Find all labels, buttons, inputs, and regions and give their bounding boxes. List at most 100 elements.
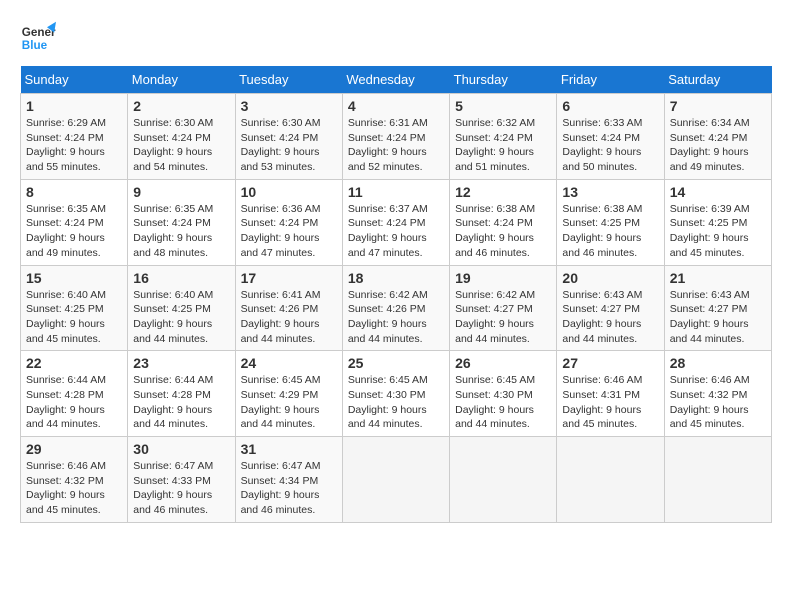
logo-icon: General Blue <box>20 20 56 56</box>
day-header-tuesday: Tuesday <box>235 66 342 94</box>
calendar-cell: 4Sunrise: 6:31 AMSunset: 4:24 PMDaylight… <box>342 94 449 180</box>
day-number: 16 <box>133 270 229 286</box>
day-info: Sunrise: 6:35 AMSunset: 4:24 PMDaylight:… <box>133 202 229 261</box>
week-row-3: 15Sunrise: 6:40 AMSunset: 4:25 PMDayligh… <box>21 265 772 351</box>
day-number: 25 <box>348 355 444 371</box>
calendar-cell: 16Sunrise: 6:40 AMSunset: 4:25 PMDayligh… <box>128 265 235 351</box>
calendar-cell <box>342 437 449 523</box>
day-info: Sunrise: 6:44 AMSunset: 4:28 PMDaylight:… <box>133 373 229 432</box>
calendar-cell: 25 Sunrise: 6:45 AMSunset: 4:30 PMDayligh… <box>342 351 449 437</box>
day-number: 8 <box>26 184 122 200</box>
day-number: 28 <box>670 355 766 371</box>
calendar-cell: 6 Sunrise: 6:33 AMSunset: 4:24 PMDaylight… <box>557 94 664 180</box>
day-number: 24 <box>241 355 337 371</box>
day-info: Sunrise: 6:34 AMSunset: 4:24 PMDaylight:… <box>670 116 766 175</box>
day-info: Sunrise: 6:43 AMSunset: 4:27 PMDaylight:… <box>562 288 658 347</box>
day-info: Sunrise: 6:46 AMSunset: 4:32 PMDaylight:… <box>670 373 766 432</box>
day-number: 31 <box>241 441 337 457</box>
calendar-cell: 8 Sunrise: 6:35 AMSunset: 4:24 PMDaylight… <box>21 179 128 265</box>
calendar-cell: 17 Sunrise: 6:41 AMSunset: 4:26 PMDayligh… <box>235 265 342 351</box>
calendar-cell: 20Sunrise: 6:43 AMSunset: 4:27 PMDayligh… <box>557 265 664 351</box>
calendar-cell: 5 Sunrise: 6:32 AMSunset: 4:24 PMDaylight… <box>450 94 557 180</box>
calendar-cell <box>557 437 664 523</box>
day-number: 14 <box>670 184 766 200</box>
calendar-cell: 28 Sunrise: 6:46 AMSunset: 4:32 PMDayligh… <box>664 351 771 437</box>
day-number: 21 <box>670 270 766 286</box>
calendar-cell: 23 Sunrise: 6:44 AMSunset: 4:28 PMDayligh… <box>128 351 235 437</box>
calendar-cell: 7 Sunrise: 6:34 AMSunset: 4:24 PMDaylight… <box>664 94 771 180</box>
day-info: Sunrise: 6:42 AMSunset: 4:27 PMDaylight:… <box>455 288 551 347</box>
week-row-4: 22 Sunrise: 6:44 AMSunset: 4:28 PMDayligh… <box>21 351 772 437</box>
day-info: Sunrise: 6:43 AMSunset: 4:27 PMDaylight:… <box>670 288 766 347</box>
week-row-1: 1 Sunrise: 6:29 AMSunset: 4:24 PMDaylight… <box>21 94 772 180</box>
day-info: Sunrise: 6:30 AMSunset: 4:24 PMDaylight:… <box>133 116 229 175</box>
day-number: 1 <box>26 98 122 114</box>
day-info: Sunrise: 6:37 AMSunset: 4:24 PMDaylight:… <box>348 202 444 261</box>
logo: General Blue <box>20 20 56 56</box>
day-header-thursday: Thursday <box>450 66 557 94</box>
day-info: Sunrise: 6:42 AMSunset: 4:26 PMDaylight:… <box>348 288 444 347</box>
day-info: Sunrise: 6:36 AMSunset: 4:24 PMDaylight:… <box>241 202 337 261</box>
calendar-cell: 26 Sunrise: 6:45 AMSunset: 4:30 PMDayligh… <box>450 351 557 437</box>
calendar-table: SundayMondayTuesdayWednesdayThursdayFrid… <box>20 66 772 523</box>
day-info: Sunrise: 6:47 AMSunset: 4:33 PMDaylight:… <box>133 459 229 518</box>
calendar-cell: 13 Sunrise: 6:38 AMSunset: 4:25 PMDayligh… <box>557 179 664 265</box>
calendar-cell: 12Sunrise: 6:38 AMSunset: 4:24 PMDayligh… <box>450 179 557 265</box>
day-info: Sunrise: 6:44 AMSunset: 4:28 PMDaylight:… <box>26 373 122 432</box>
calendar-cell: 3 Sunrise: 6:30 AMSunset: 4:24 PMDaylight… <box>235 94 342 180</box>
calendar-cell: 9 Sunrise: 6:35 AMSunset: 4:24 PMDaylight… <box>128 179 235 265</box>
day-number: 26 <box>455 355 551 371</box>
day-header-monday: Monday <box>128 66 235 94</box>
calendar-cell: 29 Sunrise: 6:46 AMSunset: 4:32 PMDayligh… <box>21 437 128 523</box>
day-info: Sunrise: 6:33 AMSunset: 4:24 PMDaylight:… <box>562 116 658 175</box>
calendar-cell <box>450 437 557 523</box>
day-number: 10 <box>241 184 337 200</box>
day-info: Sunrise: 6:30 AMSunset: 4:24 PMDaylight:… <box>241 116 337 175</box>
day-number: 5 <box>455 98 551 114</box>
calendar-cell: 30 Sunrise: 6:47 AMSunset: 4:33 PMDayligh… <box>128 437 235 523</box>
day-number: 17 <box>241 270 337 286</box>
day-header-sunday: Sunday <box>21 66 128 94</box>
calendar-cell: 15Sunrise: 6:40 AMSunset: 4:25 PMDayligh… <box>21 265 128 351</box>
day-header-friday: Friday <box>557 66 664 94</box>
day-number: 11 <box>348 184 444 200</box>
day-info: Sunrise: 6:46 AMSunset: 4:32 PMDaylight:… <box>26 459 122 518</box>
day-number: 3 <box>241 98 337 114</box>
header-row: SundayMondayTuesdayWednesdayThursdayFrid… <box>21 66 772 94</box>
day-number: 7 <box>670 98 766 114</box>
week-row-2: 8 Sunrise: 6:35 AMSunset: 4:24 PMDaylight… <box>21 179 772 265</box>
day-number: 19 <box>455 270 551 286</box>
day-info: Sunrise: 6:38 AMSunset: 4:25 PMDaylight:… <box>562 202 658 261</box>
day-number: 29 <box>26 441 122 457</box>
calendar-cell: 19 Sunrise: 6:42 AMSunset: 4:27 PMDayligh… <box>450 265 557 351</box>
day-info: Sunrise: 6:35 AMSunset: 4:24 PMDaylight:… <box>26 202 122 261</box>
day-number: 30 <box>133 441 229 457</box>
day-number: 22 <box>26 355 122 371</box>
day-info: Sunrise: 6:46 AMSunset: 4:31 PMDaylight:… <box>562 373 658 432</box>
day-number: 27 <box>562 355 658 371</box>
day-number: 9 <box>133 184 229 200</box>
day-info: Sunrise: 6:29 AMSunset: 4:24 PMDaylight:… <box>26 116 122 175</box>
calendar-cell: 14 Sunrise: 6:39 AMSunset: 4:25 PMDayligh… <box>664 179 771 265</box>
svg-text:Blue: Blue <box>22 39 48 52</box>
day-number: 13 <box>562 184 658 200</box>
calendar-cell: 22 Sunrise: 6:44 AMSunset: 4:28 PMDayligh… <box>21 351 128 437</box>
calendar-cell: 18 Sunrise: 6:42 AMSunset: 4:26 PMDayligh… <box>342 265 449 351</box>
day-header-wednesday: Wednesday <box>342 66 449 94</box>
day-info: Sunrise: 6:45 AMSunset: 4:30 PMDaylight:… <box>348 373 444 432</box>
day-number: 6 <box>562 98 658 114</box>
day-number: 23 <box>133 355 229 371</box>
day-info: Sunrise: 6:39 AMSunset: 4:25 PMDaylight:… <box>670 202 766 261</box>
calendar-cell <box>664 437 771 523</box>
calendar-cell: 11 Sunrise: 6:37 AMSunset: 4:24 PMDayligh… <box>342 179 449 265</box>
calendar-cell: 21 Sunrise: 6:43 AMSunset: 4:27 PMDayligh… <box>664 265 771 351</box>
day-info: Sunrise: 6:32 AMSunset: 4:24 PMDaylight:… <box>455 116 551 175</box>
day-number: 12 <box>455 184 551 200</box>
calendar-cell: 1 Sunrise: 6:29 AMSunset: 4:24 PMDaylight… <box>21 94 128 180</box>
day-number: 18 <box>348 270 444 286</box>
calendar-cell: 24Sunrise: 6:45 AMSunset: 4:29 PMDayligh… <box>235 351 342 437</box>
day-number: 15 <box>26 270 122 286</box>
day-info: Sunrise: 6:41 AMSunset: 4:26 PMDaylight:… <box>241 288 337 347</box>
day-info: Sunrise: 6:45 AMSunset: 4:30 PMDaylight:… <box>455 373 551 432</box>
week-row-5: 29 Sunrise: 6:46 AMSunset: 4:32 PMDayligh… <box>21 437 772 523</box>
